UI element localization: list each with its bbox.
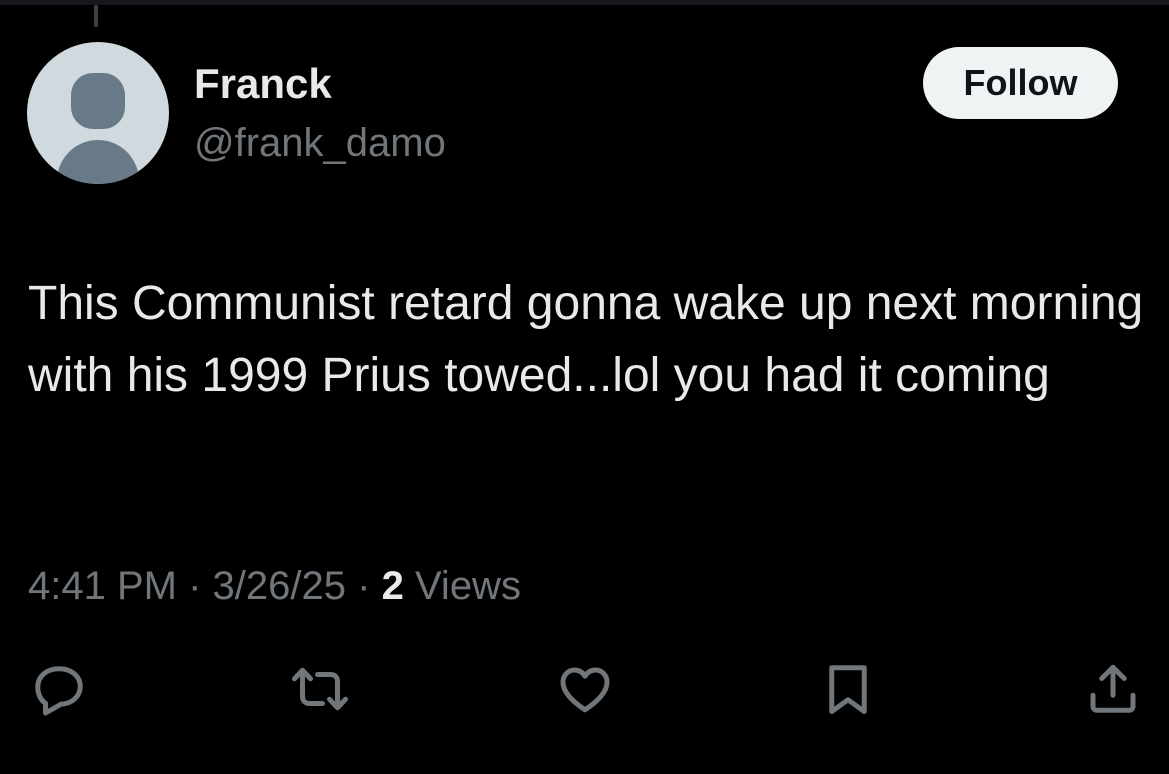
tweet-action-bar xyxy=(0,656,1169,726)
author-handle[interactable]: @frank_damo xyxy=(194,118,446,168)
default-avatar-head xyxy=(71,73,125,129)
reply-icon xyxy=(29,659,89,724)
retweet-icon xyxy=(290,659,350,724)
tweet-date[interactable]: 3/26/25 xyxy=(213,564,346,608)
tweet-time[interactable]: 4:41 PM xyxy=(28,564,177,608)
top-divider xyxy=(0,0,1169,5)
bookmark-icon xyxy=(818,659,878,724)
thread-connector-line xyxy=(94,5,98,27)
retweet-button[interactable] xyxy=(285,656,355,726)
meta-separator: · xyxy=(188,564,202,608)
reply-button[interactable] xyxy=(24,656,94,726)
meta-separator: · xyxy=(357,564,371,608)
tweet-metadata: 4:41 PM · 3/26/25 · 2 Views xyxy=(28,560,521,612)
default-avatar-shoulders xyxy=(57,140,139,184)
views-count: 2 xyxy=(381,564,404,608)
tweet-text: This Communist retard gonna wake up next… xyxy=(28,277,1144,402)
bookmark-button[interactable] xyxy=(813,656,883,726)
share-button[interactable] xyxy=(1078,656,1148,726)
views-label: Views xyxy=(414,564,521,608)
author-display-name[interactable]: Franck xyxy=(194,58,332,110)
follow-button[interactable]: Follow xyxy=(923,47,1118,119)
like-button[interactable] xyxy=(550,656,620,726)
heart-icon xyxy=(555,659,615,724)
share-icon xyxy=(1083,659,1143,724)
avatar[interactable] xyxy=(27,42,169,184)
